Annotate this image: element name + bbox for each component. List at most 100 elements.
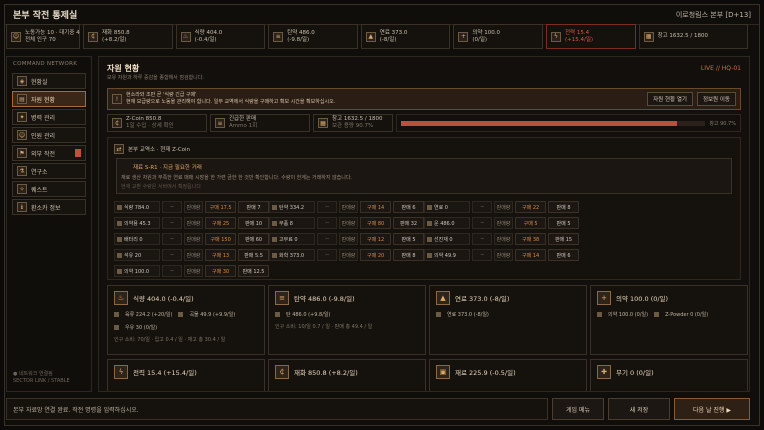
sidebar-item[interactable]: ⚑ 외부 작전 xyxy=(12,145,86,161)
zcoin-cell: ₵ Z-Coin 850.8 1일 수입 · 상세 확인 xyxy=(107,114,207,132)
quantity-field[interactable]: -- xyxy=(162,217,182,229)
sidebar-item[interactable]: ▤ 자원 현황 xyxy=(12,91,86,107)
troops-icon: ✦ xyxy=(17,112,27,122)
sub-resource-icon xyxy=(654,312,660,317)
quantity-field[interactable]: -- xyxy=(162,233,182,245)
sidebar-item[interactable]: ☺ 인원 관리 xyxy=(12,127,86,143)
buy-button[interactable]: 구매 25 xyxy=(205,217,237,229)
move-informant-button[interactable]: 정보원 이동 xyxy=(696,92,736,106)
quantity-field[interactable]: -- xyxy=(472,217,492,229)
quantity-field[interactable]: -- xyxy=(317,233,337,245)
resource-mini-icon xyxy=(272,204,277,210)
medicine-icon: + xyxy=(597,291,611,305)
alert-body: 현재 보급량으로 노동을 관리해야 합니다. 일부 교역에서 식량을 구매하고 … xyxy=(126,99,336,105)
resource-cell[interactable]: ϟ 전력 15.4 (+15.4/일) xyxy=(545,24,636,49)
sell-button[interactable]: 판매 6 xyxy=(548,249,579,261)
sidebar-item[interactable]: ✦ 병력 관리 xyxy=(12,109,86,125)
sidebar-item[interactable]: ✧ 퀘스트 xyxy=(12,181,86,197)
resource-line1: 식량 404.0 xyxy=(194,29,223,36)
sell-button[interactable]: 판매 12.5 xyxy=(238,265,269,277)
exchange-item: 운 486.0 -- 판매량 구매 5 판매 5 xyxy=(424,216,579,230)
buy-button[interactable]: 구매 17.5 xyxy=(205,201,237,213)
quantity-field[interactable]: -- xyxy=(472,233,492,245)
sub-resource-icon xyxy=(597,312,602,317)
buy-button[interactable]: 구매 30 xyxy=(205,265,237,277)
resource-mini-icon xyxy=(117,252,122,258)
sidebar-item[interactable]: ◈ 현황실 xyxy=(12,73,86,89)
exchange-resource-label: 의약 49.9 xyxy=(434,252,456,259)
sidebar-nav: ◈ 현황실 ▤ 자원 현황 ✦ 병력 관리 ☺ 인원 관리 ⚑ 외부 작전 ⚗ 연구소 ✧ 퀘스트 ℹ 환소카… xyxy=(7,73,91,215)
buy-button[interactable]: 구매 13 xyxy=(205,249,237,261)
resource-line1: 재화 850.8 xyxy=(102,29,130,36)
sidebar: COMMAND NETWORK ◈ 현황실 ▤ 자원 현황 ✦ 병력 관리 ☺ 인원 관리 ⚑ 외… xyxy=(6,56,92,392)
sell-button[interactable]: 판매 15 xyxy=(548,233,579,245)
buy-button[interactable]: 구매 22 xyxy=(515,201,547,213)
exchange-item: 의약 49.9 -- 판매량 구매 14 판매 6 xyxy=(424,248,579,262)
quantity-field[interactable]: -- xyxy=(162,249,182,261)
resource-cell[interactable]: + 의약 100.0 (0/일) xyxy=(453,24,543,49)
resource-cell[interactable]: ▲ 연료 373.0 (-8/일) xyxy=(360,24,451,49)
exchange-resource-label: 배터리 0 xyxy=(124,236,143,243)
exchange-resource-label: 식량 784.0 xyxy=(124,204,150,211)
sell-button[interactable]: 판매 6 xyxy=(393,201,424,213)
power-icon: ϟ xyxy=(114,365,128,379)
sell-button[interactable]: 판매 7 xyxy=(238,201,269,213)
sell-button[interactable]: 판매 5 xyxy=(393,233,424,245)
buy-button[interactable]: 구매 14 xyxy=(360,201,392,213)
resource-cell[interactable]: ☺ 노동가능 10 · 대기중 4 전체 인구 70 xyxy=(6,24,80,49)
buy-button[interactable]: 구매 12 xyxy=(360,233,392,245)
resource-mini-icon xyxy=(117,204,122,210)
sell-button[interactable]: 판매 32 xyxy=(393,217,424,229)
ammo-sale-cell[interactable]: ≡ 긴급한 판매 Ammo 1회 xyxy=(210,114,310,132)
buy-button[interactable]: 구매 150 xyxy=(205,233,237,245)
info-icon: ℹ xyxy=(17,202,27,212)
game-menu-button[interactable]: 게임 메뉴 xyxy=(552,398,604,420)
resource-cell[interactable]: ♨ 식량 404.0 (-0.4/일) xyxy=(175,24,266,49)
new-save-button[interactable]: 새 저장 xyxy=(608,398,670,420)
exchange-resource: 의약 49.9 xyxy=(424,249,471,261)
resource-icon: ▤ xyxy=(17,94,27,104)
sidebar-item-label: 연구소 xyxy=(31,168,48,176)
card-sub-a: 육류 224.2 (+20/일) xyxy=(125,312,173,318)
sell-button[interactable]: 판매 5 xyxy=(548,217,579,229)
open-resources-button[interactable]: 자원 현황 열기 xyxy=(647,92,693,106)
sell-amount-label: 판매량 xyxy=(493,201,514,213)
quantity-field[interactable]: -- xyxy=(317,217,337,229)
resource-card: ≡ 탄약 486.0 (-9.8/일) 탄 486.0 (+9.8/일) 인구 소비:… xyxy=(268,285,426,355)
sidebar-item[interactable]: ⚗ 연구소 xyxy=(12,163,86,179)
resource-mini-icon xyxy=(427,252,432,258)
buy-button[interactable]: 구매 38 xyxy=(515,233,547,245)
next-day-button[interactable]: 다음 날 진행 ▶ xyxy=(674,398,750,420)
sector-link: SECTOR LINK / STABLE xyxy=(13,378,70,384)
buy-button[interactable]: 구매 20 xyxy=(360,249,392,261)
sell-button[interactable]: 판매 60 xyxy=(238,233,269,245)
sidebar-item[interactable]: ℹ 환소카 정보 xyxy=(12,199,86,215)
quantity-field[interactable]: -- xyxy=(472,201,492,213)
live-indicator: LIVE // HQ-01 xyxy=(700,65,741,72)
buy-button[interactable]: 구매 80 xyxy=(360,217,392,229)
card-line: 탄 486.0 (+9.8/일) xyxy=(275,311,419,318)
quantity-field[interactable]: -- xyxy=(317,201,337,213)
card-title: 재료 225.9 (-0.5/일) xyxy=(455,369,516,377)
ammo-sale-sub: Ammo 1회 xyxy=(229,123,258,129)
card-sub-c: 우유 30 (0/일) xyxy=(125,325,158,331)
resource-cell[interactable]: ≡ 탄약 486.0 (-9.8/일) xyxy=(268,24,358,49)
sell-button[interactable]: 판매 8 xyxy=(393,249,424,261)
quantity-field[interactable]: -- xyxy=(162,201,182,213)
command-message: 본부 자료망 연결 완료. 작전 명령을 입력하십시오. xyxy=(6,398,548,420)
quantity-field[interactable]: -- xyxy=(317,249,337,261)
resource-mini-icon xyxy=(427,236,432,242)
buy-button[interactable]: 구매 5 xyxy=(515,217,547,229)
sell-button[interactable]: 판매 10 xyxy=(238,217,269,229)
resource-cell[interactable]: ₵ 재화 850.8 (+8.2/일) xyxy=(83,24,173,49)
sell-button[interactable]: 판매 5.5 xyxy=(238,249,269,261)
buy-button[interactable]: 구매 14 xyxy=(515,249,547,261)
sell-button[interactable]: 판매 8 xyxy=(548,201,579,213)
sub-resource-icon xyxy=(275,312,280,317)
exchange-resource-label: 고무료 0 xyxy=(279,236,298,243)
ammo-icon: ≡ xyxy=(275,291,289,305)
quantity-field[interactable]: -- xyxy=(472,249,492,261)
sidebar-status: ● 네트워크 연결됨 SECTOR LINK / STABLE xyxy=(13,371,70,385)
quantity-field[interactable]: -- xyxy=(162,265,182,277)
resource-cell[interactable]: ▦ 창고 1632.5 / 1800 xyxy=(638,24,749,49)
